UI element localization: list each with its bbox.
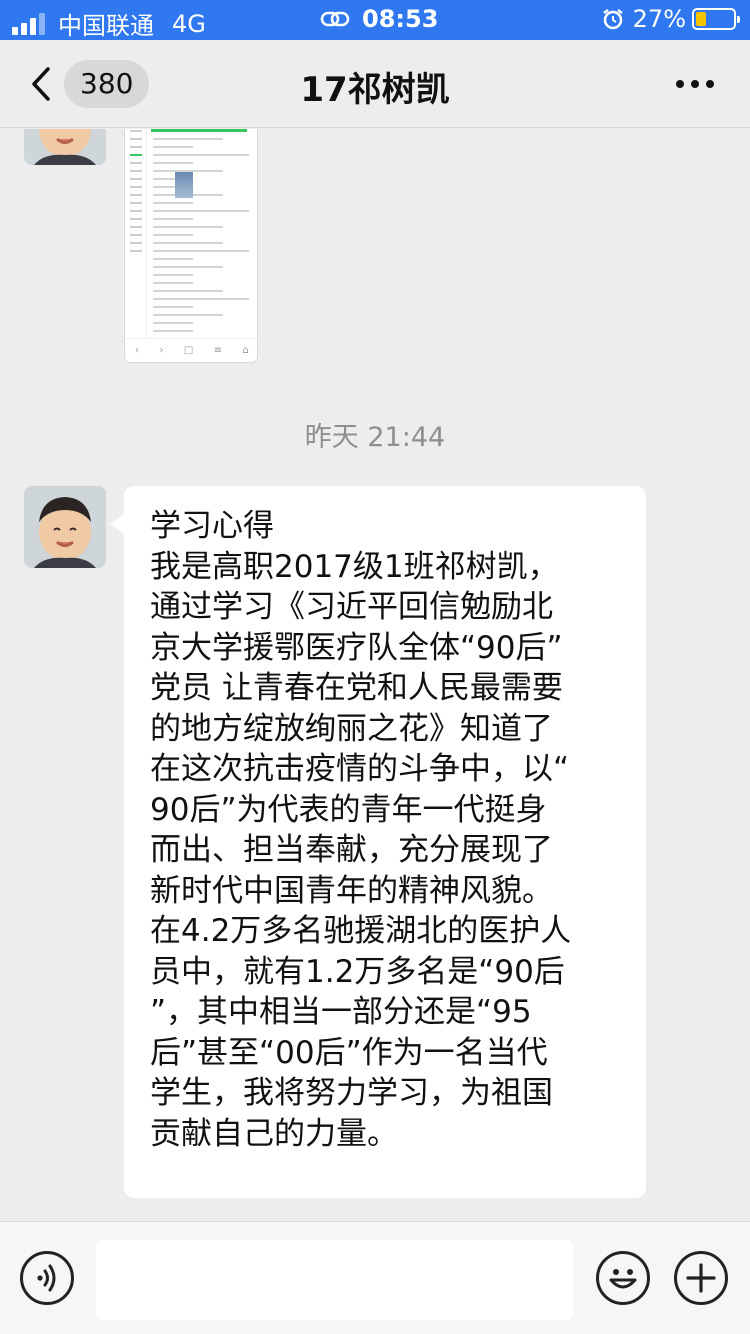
message-line: 学习心得 — [150, 508, 274, 544]
network-type: 4G — [172, 9, 206, 38]
message-line: 在这次抗击疫情的斗争中，以“ — [150, 751, 570, 787]
message-line: 学生，我将努力学习，为祖国 — [150, 1075, 553, 1111]
carrier-label: 中国联通 — [58, 12, 154, 40]
chat-area[interactable]: ‹ › □ ≡ ⌂ 昨天 21:44 学习心得我是高职2017级1班祁树凯， 通过学习《习… — [0, 129, 750, 1221]
emoji-icon — [609, 1269, 637, 1289]
message-line: 在4.2万多名驰援湖北的医护人 — [150, 913, 572, 949]
more-icon[interactable] — [669, 80, 714, 88]
voice-icon — [37, 1264, 56, 1292]
link-icon — [320, 11, 350, 27]
message-line: 我是高职2017级1班祁树凯， — [150, 548, 559, 585]
message-line: 贡献自己的力量。 — [150, 1115, 398, 1152]
message-line: 员中，就有1.2万多名是“90后 — [150, 953, 565, 990]
more-functions-button[interactable] — [674, 1251, 728, 1305]
message-timestamp: 昨天 21:44 — [304, 422, 446, 453]
message-line: 通过学习《习近平回信勉励北 — [150, 589, 553, 625]
avatar[interactable] — [24, 129, 106, 165]
signal-icon — [12, 12, 48, 35]
input-bar — [0, 1221, 750, 1334]
message-line: 而出、担当奉献，充分展现了 — [150, 832, 553, 868]
status-bar: 中国联通 4G 08:53 27% — [0, 0, 750, 40]
battery-percent: 27% — [632, 5, 686, 33]
message-line: ”，其中相当一部分还是“95 — [150, 994, 532, 1030]
nav-bar: 380 17祁树凯 — [0, 40, 750, 128]
plus-icon — [686, 1263, 716, 1293]
message-line: 的地方绽放绚丽之花》知道了 — [150, 710, 553, 747]
message-line: 后”甚至“00后”作为一名当代 — [150, 1034, 548, 1071]
chat-title: 17祁树凯 — [300, 70, 450, 110]
message-line: 京大学援鄂医疗队全体“90后” — [150, 629, 563, 666]
clock: 08:53 — [362, 5, 439, 33]
image-message[interactable]: ‹ › □ ≡ ⌂ — [124, 129, 258, 363]
voice-button[interactable] — [20, 1251, 74, 1305]
text-message-bubble[interactable]: 学习心得我是高职2017级1班祁树凯， 通过学习《习近平回信勉励北 京大学援鄂医疗队… — [110, 486, 646, 1198]
battery-icon — [692, 8, 740, 30]
message-line: 90后”为代表的青年一代挺身 — [150, 791, 547, 828]
message-text: 学习心得我是高职2017级1班祁树凯， 通过学习《习近平回信勉励北 京大学援鄂医疗队… — [150, 506, 622, 1154]
emoji-button[interactable] — [596, 1251, 650, 1305]
message-line: 党员 让青春在党和人民最需要 — [150, 670, 563, 706]
alarm-icon — [602, 9, 623, 30]
message-line: 新时代中国青年的精神风貌。 — [150, 872, 553, 909]
avatar[interactable] — [24, 486, 106, 568]
message-input[interactable] — [96, 1240, 574, 1320]
